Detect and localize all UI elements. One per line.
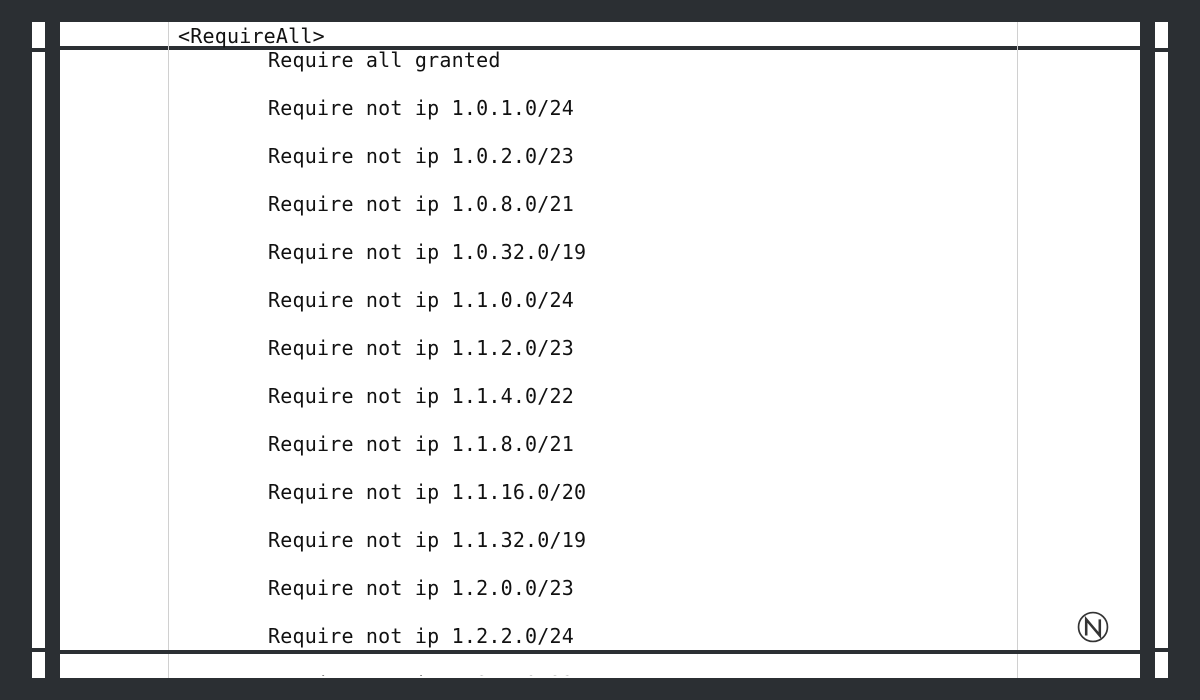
require-deny-line: Require not ip 1.1.2.0/23 (268, 336, 1120, 360)
require-all-open-tag: <RequireAll> (178, 24, 325, 48)
column-guide-left (168, 22, 169, 678)
require-deny-line: Require not ip 1.0.32.0/19 (268, 240, 1120, 264)
n-logo-icon (1076, 610, 1110, 644)
require-deny-line: Require not ip 1.1.4.0/22 (268, 384, 1120, 408)
require-deny-line: Require not ip 1.0.1.0/24 (268, 96, 1120, 120)
require-deny-line: Require not ip 1.2.2.0/24 (268, 624, 1120, 648)
require-deny-line: Require not ip 1.1.0.0/24 (268, 288, 1120, 312)
require-deny-line: Require not ip 1.0.2.0/23 (268, 144, 1120, 168)
code-block: <RequireAll> Require all granted Require… (178, 24, 1120, 676)
require-deny-line: Require not ip 1.1.32.0/19 (268, 528, 1120, 552)
require-deny-line: Require not ip 1.1.16.0/20 (268, 480, 1120, 504)
canvas: <RequireAll> Require all granted Require… (0, 0, 1200, 700)
right-edge-strip (1155, 22, 1168, 678)
require-deny-line: Require not ip 1.2.0.0/23 (268, 576, 1120, 600)
require-deny-line: Require not ip 1.0.8.0/21 (268, 192, 1120, 216)
require-deny-line: Require not ip 1.1.8.0/21 (268, 432, 1120, 456)
require-deny-line: Require not ip 1.2.4.0/22 (268, 672, 1120, 676)
apache-config-text: <RequireAll> Require all granted Require… (178, 24, 1120, 676)
code-sheet: <RequireAll> Require all granted Require… (60, 22, 1140, 678)
require-grant-line: Require all granted (268, 48, 1120, 72)
left-edge-strip (32, 22, 45, 678)
